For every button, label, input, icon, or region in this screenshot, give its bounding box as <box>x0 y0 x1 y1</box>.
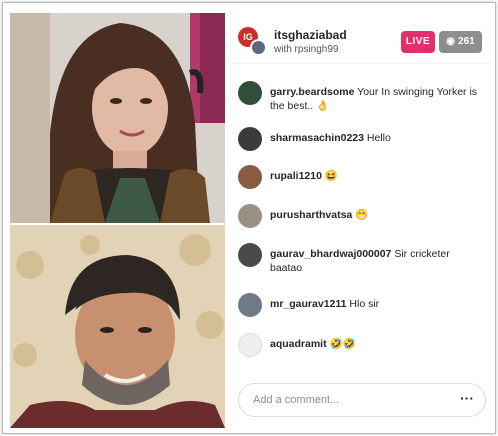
host-username[interactable]: itsghaziabad <box>274 28 347 42</box>
live-badge: LIVE <box>401 31 435 53</box>
comment-avatar[interactable] <box>238 165 262 189</box>
comment-username[interactable]: garry.beardsome <box>270 86 354 98</box>
comment-text-block: garry.beardsome Your In swinging Yorker … <box>270 85 480 113</box>
video-feed-host <box>10 13 225 223</box>
more-options-icon[interactable]: ··· <box>457 389 477 409</box>
guest-with-label[interactable]: with rpsingh99 <box>274 44 338 55</box>
comment-username[interactable]: aquadramit <box>270 338 327 350</box>
video-feed-guest <box>10 225 225 428</box>
viewer-count-badge[interactable]: ◉ 261 <box>439 31 482 53</box>
comment-username[interactable]: purusharthvatsa <box>270 209 352 221</box>
comment-text: Hello <box>366 132 391 144</box>
comment-text-block: rupali1210 😆 <box>270 169 480 183</box>
comment-avatar[interactable] <box>238 204 262 228</box>
comment-username[interactable]: sharmasachin0223 <box>270 132 364 144</box>
comment-username[interactable]: rupali1210 <box>270 170 322 182</box>
comment-avatar[interactable] <box>238 243 262 267</box>
comment-text-block: purusharthvatsa 😁 <box>270 208 480 222</box>
live-stream-window: IG itsghaziabad with rpsingh99 LIVE ◉ 261… <box>2 2 496 434</box>
comment-composer: ··· <box>238 383 486 417</box>
comment-text-block: gaurav_bhardwaj000007 Sir cricketer baat… <box>270 247 480 275</box>
comment-text: Hlo sir <box>349 298 380 310</box>
live-chat-panel: IG itsghaziabad with rpsingh99 LIVE ◉ 261… <box>229 13 491 433</box>
comment-text: 🤣🤣 <box>329 338 356 350</box>
guest-avatar-secondary <box>250 39 267 56</box>
host-video-image <box>10 13 225 223</box>
guest-video-image <box>10 225 225 428</box>
comment-text-block: mr_gaurav1211 Hlo sir <box>270 297 480 311</box>
comment-username[interactable]: mr_gaurav1211 <box>270 298 346 310</box>
comment-text-block: aquadramit 🤣🤣 <box>270 337 480 351</box>
comment-text: 😁 <box>355 209 369 221</box>
host-avatar[interactable]: IG <box>238 27 268 57</box>
comment-avatar[interactable] <box>238 81 262 105</box>
comment-avatar[interactable] <box>238 293 262 317</box>
comment-text: 😆 <box>324 170 338 182</box>
comment-username[interactable]: gaurav_bhardwaj000007 <box>270 248 391 260</box>
comment-input[interactable] <box>253 392 443 408</box>
comment-avatar[interactable] <box>238 127 262 151</box>
live-header: IG itsghaziabad with rpsingh99 LIVE ◉ 261 <box>229 13 491 64</box>
eye-icon: ◉ <box>446 36 456 47</box>
comment-avatar[interactable] <box>238 333 262 357</box>
viewer-count: 261 <box>458 36 475 47</box>
comment-text-block: sharmasachin0223 Hello <box>270 131 480 145</box>
